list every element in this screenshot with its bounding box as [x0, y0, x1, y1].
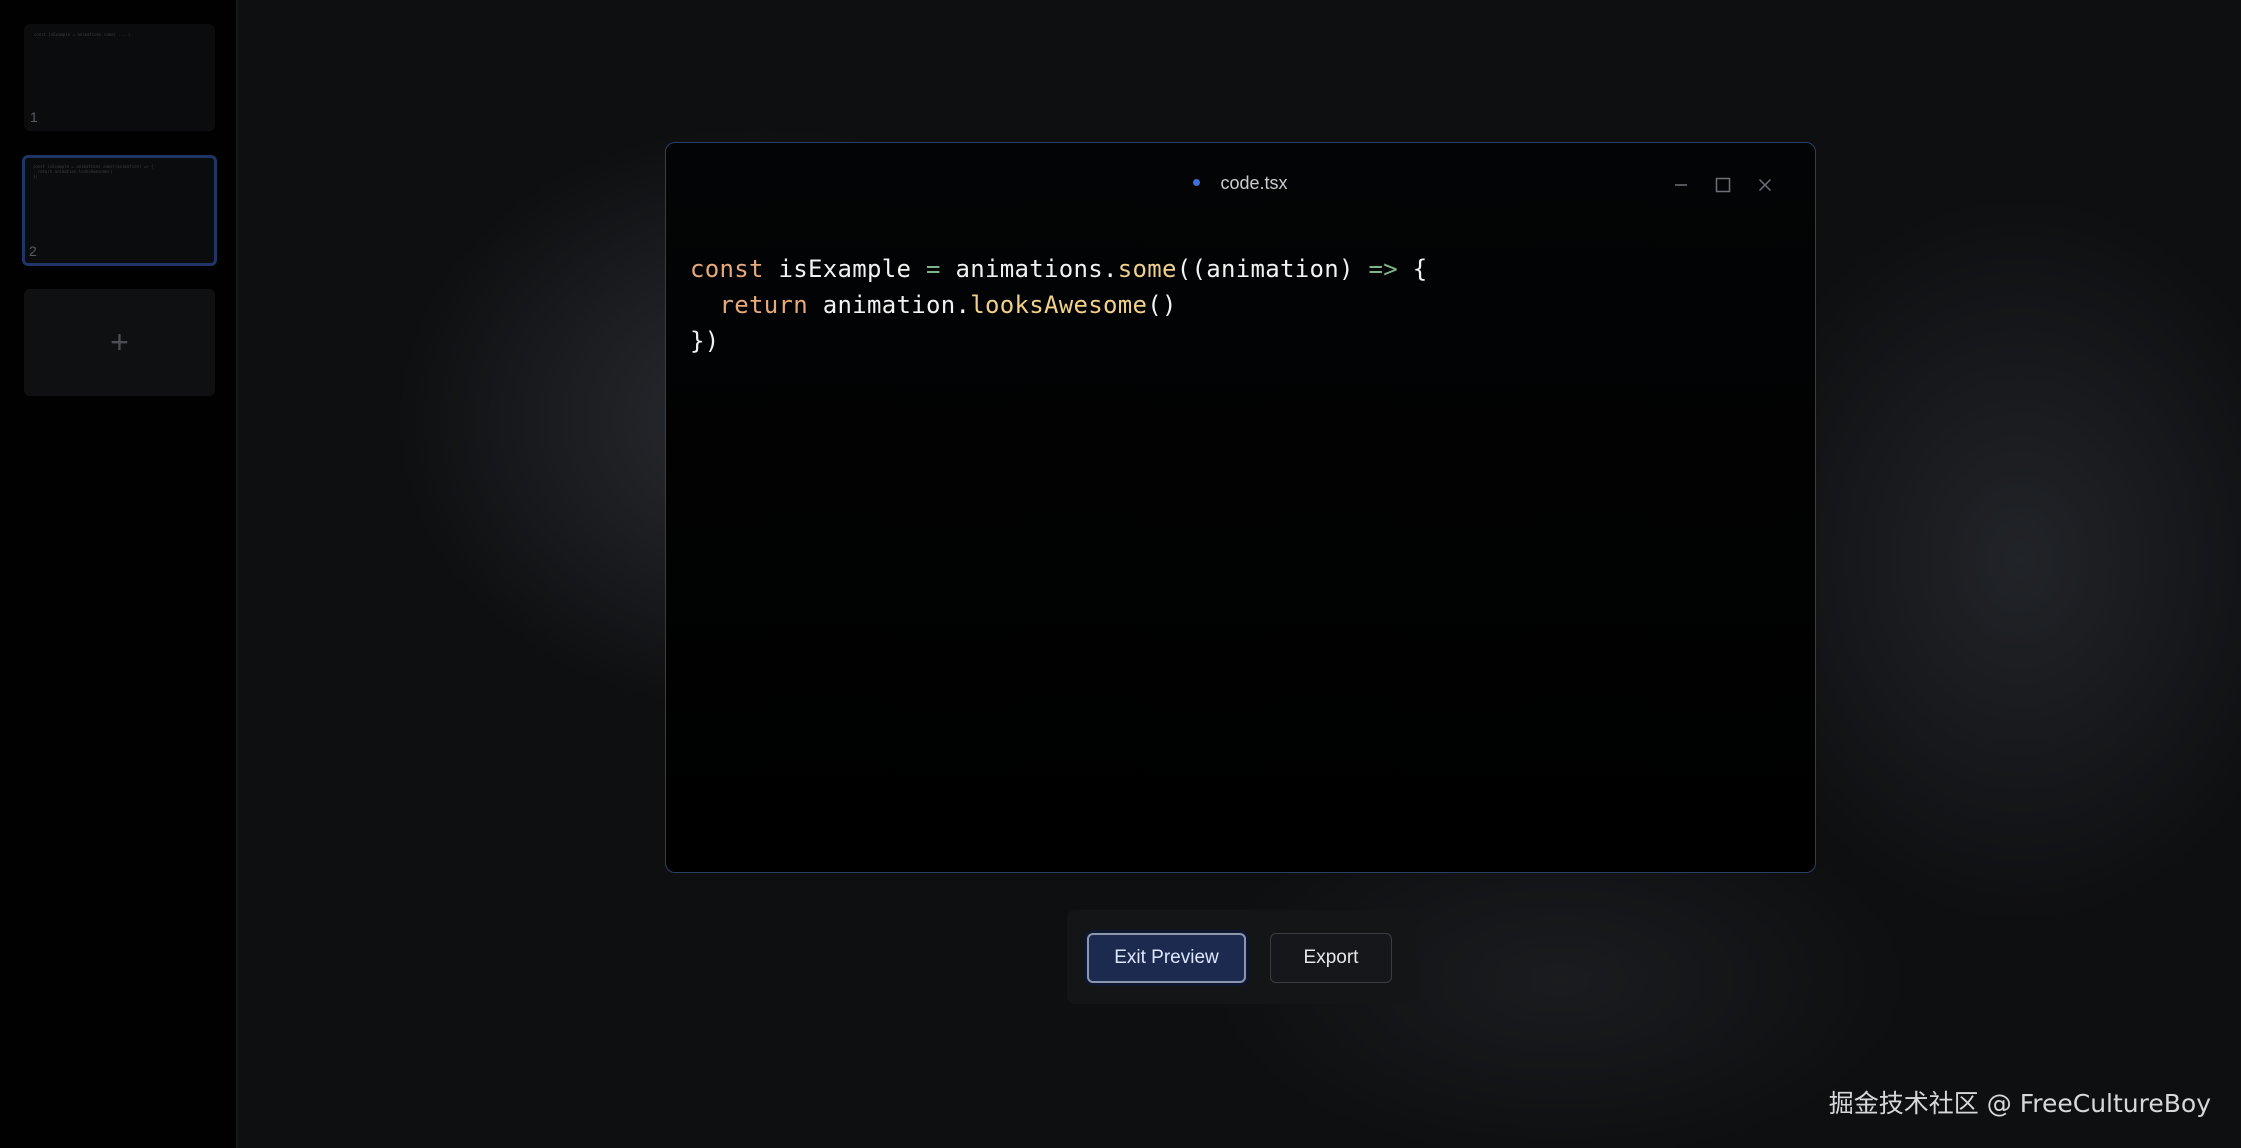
maximize-button[interactable] [1713, 175, 1733, 195]
code-token: looksAwesome [970, 291, 1148, 319]
slide-thumbnail-1[interactable]: const isExample = animations.some( ... )… [24, 24, 215, 131]
slide-number: 2 [29, 243, 37, 259]
close-button[interactable] [1755, 175, 1775, 195]
code-token: const [690, 255, 764, 283]
code-line: }) [690, 323, 1428, 359]
code-token: { [1398, 255, 1428, 283]
window-title: code.tsx [666, 173, 1815, 194]
plus-icon: + [110, 324, 129, 360]
app-root: const isExample = animations.some( ... )… [0, 0, 2241, 1148]
code-window: code.tsx const isExample = animations.so… [665, 142, 1816, 873]
export-button[interactable]: Export [1270, 933, 1392, 983]
slides-sidebar: const isExample = animations.some( ... )… [0, 0, 238, 1148]
minimize-icon [1675, 184, 1687, 186]
slide-number: 1 [30, 109, 38, 125]
filename: code.tsx [1220, 173, 1288, 193]
add-slide-button[interactable]: + [24, 289, 215, 396]
code-token: return [719, 291, 808, 319]
code-content: const isExample = animations.some((anima… [690, 251, 1428, 359]
minimize-button[interactable] [1671, 175, 1691, 195]
slide-thumbnail-code: const isExample = animations.some((anima… [33, 164, 154, 179]
slide-thumbnail-2[interactable]: const isExample = animations.some((anima… [22, 155, 217, 266]
exit-preview-button[interactable]: Exit Preview [1087, 933, 1246, 983]
code-token: = [926, 255, 941, 283]
code-token: () [1147, 291, 1177, 319]
window-controls [1671, 175, 1775, 195]
code-token: some [1117, 255, 1177, 283]
maximize-icon [1715, 177, 1731, 193]
code-token: animation. [808, 291, 971, 319]
code-line: const isExample = animations.some((anima… [690, 251, 1428, 287]
code-token: ((animation) [1176, 255, 1369, 283]
code-token: animations. [940, 255, 1118, 283]
slide-thumbnail-code: const isExample = animations.some( ... ) [34, 32, 131, 37]
watermark: 掘金技术社区 @ FreeCultureBoy [1828, 1089, 2211, 1118]
unsaved-dot-icon [1193, 178, 1201, 186]
preview-toolbar: Exit Preview Export [1067, 910, 1413, 1004]
close-icon [1758, 178, 1772, 192]
code-line: return animation.looksAwesome() [690, 287, 1428, 323]
code-token: }) [690, 327, 720, 355]
code-token: => [1368, 255, 1398, 283]
code-token: isExample [763, 255, 926, 283]
